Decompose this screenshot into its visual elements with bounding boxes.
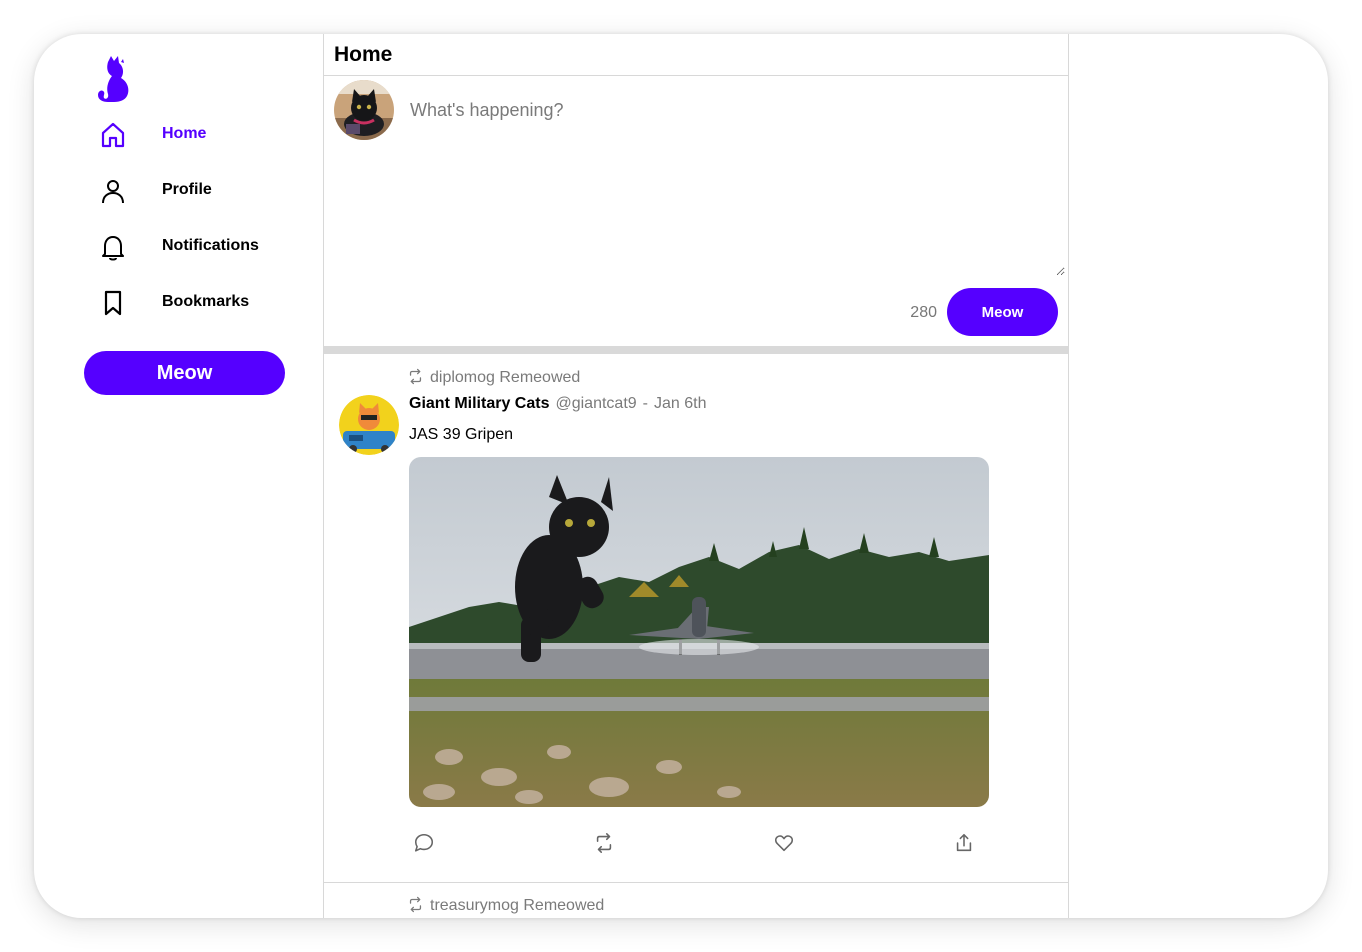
sidebar-item-home[interactable]: Home	[84, 106, 314, 162]
author-avatar[interactable]	[339, 395, 399, 455]
app-window: Home Profile Notifications Bookmarks Meo…	[34, 34, 1328, 918]
header-separator: -	[642, 395, 648, 412]
remeow-text: diplomog Remeowed	[430, 369, 581, 386]
remeow-icon	[409, 896, 422, 913]
post-header: Giant Military Cats @giantcat9- Jan 6th	[409, 395, 706, 413]
main-header: Home	[324, 34, 1068, 76]
compose-input[interactable]	[400, 88, 1065, 276]
sidebar-item-label: Bookmarks	[162, 293, 250, 310]
feed-post[interactable]: diplomog Remeowed Giant Military Cats @gi…	[324, 354, 1068, 883]
cat-logo-icon[interactable]	[94, 54, 134, 104]
author-handle[interactable]: @giantcat9	[555, 395, 636, 412]
remeow-icon	[409, 368, 422, 385]
sidebar-item-notifications[interactable]: Notifications	[84, 218, 314, 274]
post-actions	[409, 828, 989, 858]
post-text: JAS 39 Gripen	[409, 426, 514, 443]
remeow-text: treasurymog Remeowed	[430, 897, 605, 914]
bell-icon	[98, 232, 128, 262]
post-image[interactable]	[409, 457, 989, 807]
main-column: Home 280 Meow	[323, 34, 1069, 918]
remeow-icon[interactable]	[589, 828, 619, 858]
sidebar-item-label: Home	[162, 125, 207, 142]
compose-meow-button[interactable]: Meow	[947, 288, 1058, 336]
post-date[interactable]: Jan 6th	[654, 395, 706, 412]
user-avatar[interactable]	[334, 80, 394, 140]
remeow-indicator: treasurymog Remeowed	[407, 896, 604, 915]
remeow-indicator: diplomog Remeowed	[407, 368, 580, 388]
composer: 280 Meow	[324, 76, 1068, 346]
sidebar-item-bookmarks[interactable]: Bookmarks	[84, 274, 314, 330]
share-icon[interactable]	[949, 828, 979, 858]
sidebar-nav: Home Profile Notifications Bookmarks	[84, 106, 314, 330]
sidebar-meow-button[interactable]: Meow	[84, 351, 285, 395]
sidebar-item-label: Profile	[162, 181, 212, 198]
section-divider	[324, 346, 1068, 354]
page-title: Home	[334, 43, 393, 66]
author-name[interactable]: Giant Military Cats	[409, 395, 549, 412]
sidebar-item-profile[interactable]: Profile	[84, 162, 314, 218]
like-icon[interactable]	[769, 828, 799, 858]
reply-icon[interactable]	[409, 828, 439, 858]
char-counter: 280	[910, 304, 937, 321]
user-icon	[98, 176, 128, 206]
sidebar-item-label: Notifications	[162, 237, 259, 254]
bookmark-icon	[98, 288, 128, 318]
home-icon	[98, 120, 128, 150]
